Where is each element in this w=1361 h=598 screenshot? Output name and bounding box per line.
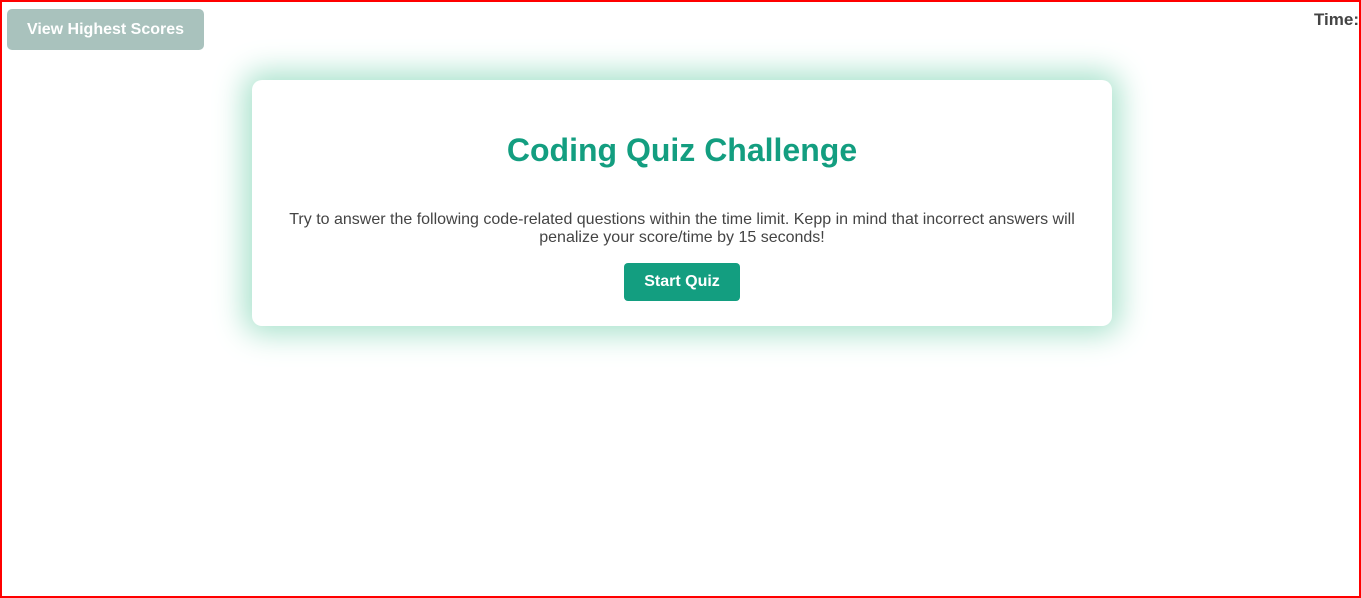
page-title: Coding Quiz Challenge: [506, 132, 858, 168]
view-highscores-button[interactable]: View Highest Scores: [7, 9, 204, 50]
start-quiz-button[interactable]: Start Quiz: [624, 263, 740, 301]
quiz-description: Try to answer the following code-related…: [289, 211, 1075, 246]
timer-label: Time:: [1313, 10, 1359, 29]
quiz-intro-card: Coding Quiz Challenge Try to answer the …: [252, 80, 1112, 326]
